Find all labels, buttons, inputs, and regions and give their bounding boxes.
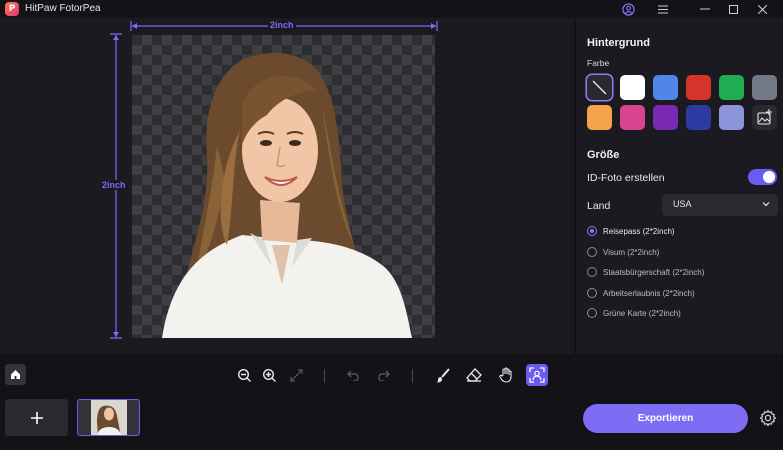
option-citizenship[interactable]: Staatsbürgerschaft (2*2inch) [587,265,704,279]
portrait-image [162,52,412,338]
portrait-mode-button[interactable] [526,364,548,386]
bottom-bar: Exportieren [0,395,783,450]
expand-icon [289,368,303,382]
photo-preview[interactable] [132,35,435,338]
zoom-out-button[interactable] [234,365,254,385]
brush-button[interactable] [432,365,452,385]
zoom-in-icon [262,368,276,382]
app-title: HitPaw FotorPea [25,3,101,14]
option-label: Visum (2*2inch) [603,247,660,257]
radio-button[interactable] [587,247,597,257]
radio-button[interactable] [587,308,597,318]
account-icon[interactable] [615,0,641,18]
swatch-orange[interactable] [587,105,612,130]
thumbnail-portrait [90,400,127,435]
zoom-in-button[interactable] [259,365,279,385]
swatch-lavender[interactable] [719,105,744,130]
radio-button[interactable] [587,288,597,298]
title-bar: P HitPaw FotorPea [0,0,783,18]
image-thumbnail[interactable] [77,399,140,436]
export-button[interactable]: Exportieren [583,404,748,433]
add-image-icon [757,109,772,125]
color-label: Farbe [587,58,610,68]
zoom-out-icon [237,368,251,382]
close-icon[interactable] [749,0,775,18]
option-label: Staatsbürgerschaft (2*2inch) [603,267,705,277]
add-image-button[interactable] [5,399,68,436]
no-color-icon [592,80,607,95]
id-photo-toggle[interactable] [748,169,777,185]
fit-screen-button[interactable] [286,365,306,385]
swatch-green[interactable] [719,75,744,100]
option-label: Grüne Karte (2*2inch) [603,308,681,318]
width-label: 2inch [268,20,296,30]
redo-icon [378,370,390,381]
option-visa[interactable]: Visum (2*2inch) [587,245,659,259]
menu-icon[interactable] [650,0,676,18]
country-label: Land [587,200,611,212]
canvas-area: 2inch 2inch [0,18,574,354]
minimize-icon[interactable] [692,0,718,18]
swatch-white[interactable] [620,75,645,100]
swatch-gray[interactable] [752,75,777,100]
option-label: Reisepass (2*2inch) [603,226,675,236]
settings-button[interactable] [759,409,777,427]
size-title: Größe [587,149,620,161]
swatch-red[interactable] [686,75,711,100]
settings-panel: Hintergrund Farbe Größe ID-Foto erstelle… [575,18,783,354]
chevron-down-icon [762,202,770,207]
option-green-card[interactable]: Grüne Karte (2*2inch) [587,306,681,320]
eraser-button[interactable] [464,365,484,385]
person-frame-icon [529,367,545,383]
toolbar [0,355,783,395]
country-select[interactable]: USA [662,194,778,216]
undo-icon [347,370,359,381]
redo-button[interactable] [373,365,393,385]
id-photo-label: ID-Foto erstellen [587,172,665,184]
toggle-knob [763,171,775,183]
toolbar-divider [324,369,325,383]
swatch-purple[interactable] [653,105,678,130]
option-work-permit[interactable]: Arbeitserlaubnis (2*2inch) [587,286,695,300]
option-label: Arbeitserlaubnis (2*2inch) [603,288,695,298]
plus-icon [30,411,43,424]
swatch-blue[interactable] [653,75,678,100]
toolbar-divider [412,369,413,383]
radio-button[interactable] [587,267,597,277]
eraser-icon [466,368,482,382]
swatch-pink[interactable] [620,105,645,130]
country-value: USA [673,199,692,209]
radio-button[interactable] [587,226,597,236]
hand-button[interactable] [496,365,516,385]
home-icon [11,370,20,379]
option-passport[interactable]: Reisepass (2*2inch) [587,224,675,238]
maximize-icon[interactable] [720,0,746,18]
brush-icon [435,367,450,382]
undo-button[interactable] [344,365,364,385]
gear-icon [759,409,777,427]
home-button[interactable] [5,364,26,385]
app-logo: P [5,2,19,16]
background-title: Hintergrund [587,37,650,49]
swatch-none[interactable] [587,75,612,100]
hand-icon [498,367,512,383]
height-label: 2inch [100,180,128,190]
app-logo-letter: P [8,4,16,14]
custom-image-button[interactable] [752,105,777,130]
swatch-navy[interactable] [686,105,711,130]
